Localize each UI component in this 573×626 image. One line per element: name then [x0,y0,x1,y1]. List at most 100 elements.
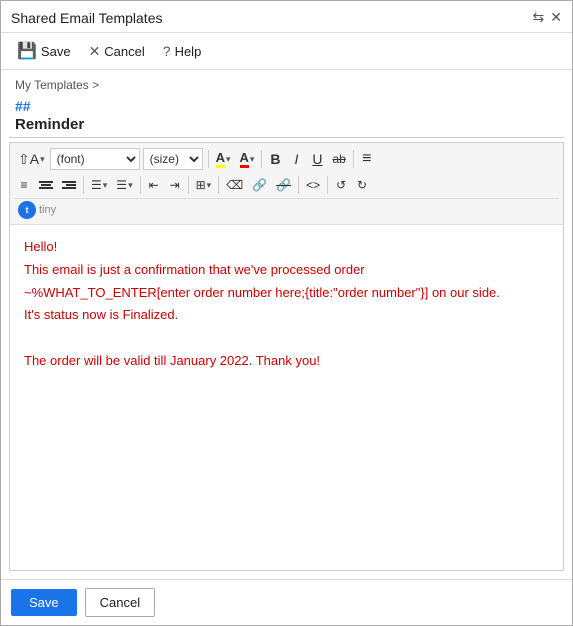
format-text-chevron: ▾ [40,154,45,165]
breadcrumb-separator: > [92,78,99,92]
divider-5 [140,176,141,194]
link-icon: 🔗 [252,178,267,192]
template-variable: ~%WHAT_TO_ENTER[enter order number here;… [24,285,428,300]
divider-2 [261,150,262,168]
link-btn[interactable]: 🔗 [248,174,271,196]
font-color-btn[interactable]: A ▾ [236,148,259,170]
table-chevron: ▾ [207,180,212,191]
toolbar-row-1: ⇧A ▾ (font) (size) A [14,146,559,172]
editor-line-3: ~%WHAT_TO_ENTER[enter order number here;… [24,283,549,304]
divider-9 [327,176,328,194]
title-bar-controls: ⇆ ✕ [533,9,562,26]
italic-icon: I [295,151,299,167]
divider-1 [208,150,209,168]
template-title: Reminder [1,114,572,137]
format-text-icon: ⇧A [18,151,39,168]
divider-3 [353,150,354,168]
bold-icon: B [270,151,280,167]
save-button[interactable]: 💾 Save [11,38,77,64]
divider-6 [188,176,189,194]
tiny-logo-row: t tiny [14,198,559,221]
template-hash: ## [1,94,572,114]
indent-icon: ⇥ [170,178,180,192]
more-format-icon: ≡ [362,150,371,168]
cancel-icon: ✕ [89,43,101,60]
font-color-icon: A [240,150,249,168]
help-button[interactable]: ? Help [157,40,208,62]
highlight-chevron: ▾ [226,154,231,165]
strikethrough-icon: ab [332,152,345,166]
table-btn[interactable]: ⊞ ▾ [192,174,216,196]
save-icon: 💾 [17,41,37,61]
pin-icon[interactable]: ⇆ [533,9,545,26]
format-text-btn[interactable]: ⇧A ▾ [14,148,49,170]
align-right-icon [62,181,76,189]
more-format-btn[interactable]: ≡ [357,148,377,170]
main-window: Shared Email Templates ⇆ ✕ 💾 Save ✕ Canc… [0,0,573,626]
divider-4 [83,176,84,194]
indent-btn[interactable]: ⇥ [165,174,185,196]
code-btn[interactable]: <> [302,174,324,196]
bullet-list-chevron: ▾ [103,180,108,191]
size-select[interactable]: (size) [143,148,203,170]
align-left-icon: ≡ [20,178,27,192]
editor-line-4: It's status now is Finalized. [24,305,549,326]
eraser-icon: ⌫ [226,178,243,192]
font-select[interactable]: (font) [50,148,140,170]
main-toolbar: 💾 Save ✕ Cancel ? Help [1,33,572,70]
numbered-list-chevron: ▾ [128,180,133,191]
redo-icon: ↻ [357,178,367,192]
table-icon: ⊞ [196,178,206,192]
align-right-btn[interactable] [58,174,80,196]
eraser-btn[interactable]: ⌫ [222,174,247,196]
outdent-btn[interactable]: ⇤ [144,174,164,196]
numbered-list-icon: ☰ [116,178,127,192]
title-bar: Shared Email Templates ⇆ ✕ [1,1,572,33]
close-icon[interactable]: ✕ [550,9,562,26]
help-label: Help [175,44,202,59]
font-color-chevron: ▾ [250,154,255,165]
underline-icon: U [312,151,322,167]
numbered-list-btn[interactable]: ☰ ▾ [112,174,136,196]
highlight-btn[interactable]: A ▾ [212,148,235,170]
divider-7 [218,176,219,194]
footer-cancel-button[interactable]: Cancel [85,588,155,617]
code-icon: <> [306,178,320,192]
cancel-button[interactable]: ✕ Cancel [83,40,151,63]
editor-toolbar: ⇧A ▾ (font) (size) A [10,143,563,225]
bold-btn[interactable]: B [265,148,285,170]
align-center-btn[interactable] [35,174,57,196]
divider-8 [298,176,299,194]
italic-btn[interactable]: I [286,148,306,170]
toolbar-row-2: ≡ [14,172,559,198]
breadcrumb-text: My Templates [15,78,89,92]
strikethrough-btn[interactable]: ab [328,148,349,170]
editor-body[interactable]: Hello! This email is just a confirmation… [10,225,563,570]
bullet-list-icon: ☰ [91,178,102,192]
undo-icon: ↺ [336,178,346,192]
highlight-icon: A [216,150,225,168]
align-left-btn[interactable]: ≡ [14,174,34,196]
save-label: Save [41,44,71,59]
footer: Save Cancel [1,579,572,625]
editor-line-5 [24,328,549,349]
redo-btn[interactable]: ↻ [352,174,372,196]
footer-save-button[interactable]: Save [11,589,77,616]
tiny-text: tiny [39,204,56,216]
editor-container: ⇧A ▾ (font) (size) A [9,142,564,571]
help-icon: ? [163,43,171,59]
align-center-icon [39,181,53,189]
cancel-label: Cancel [104,44,144,59]
tiny-logo-icon: t [18,201,36,219]
unlink-btn[interactable]: 🔗 [272,174,295,196]
unlink-icon: 🔗 [276,178,291,192]
editor-line-1: Hello! [24,237,549,258]
editor-line-2: This email is just a confirmation that w… [24,260,549,281]
undo-btn[interactable]: ↺ [331,174,351,196]
underline-btn[interactable]: U [307,148,327,170]
editor-line-6: The order will be valid till January 202… [24,351,549,372]
breadcrumb[interactable]: My Templates > [1,70,572,94]
bullet-list-btn[interactable]: ☰ ▾ [87,174,111,196]
outdent-icon: ⇤ [149,178,159,192]
window-title: Shared Email Templates [11,10,162,26]
